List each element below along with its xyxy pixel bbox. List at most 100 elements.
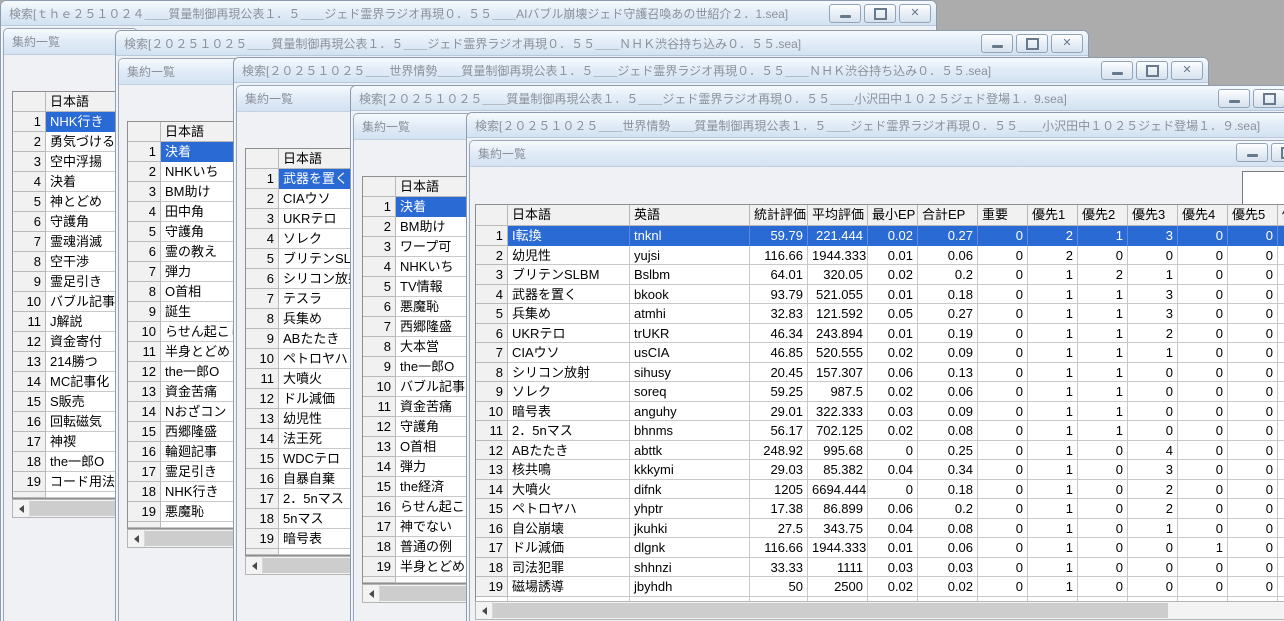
row-number[interactable]: 15 bbox=[363, 477, 396, 497]
table-cell[interactable]: 0 bbox=[1228, 265, 1278, 285]
row-number[interactable]: 1 bbox=[128, 142, 161, 162]
table-cell[interactable] bbox=[1278, 324, 1284, 344]
table-cell[interactable]: 0 bbox=[1078, 246, 1128, 266]
row-number[interactable]: 17 bbox=[363, 517, 396, 537]
row-number[interactable]: 1 bbox=[13, 112, 46, 132]
table-cell[interactable]: 0.02 bbox=[868, 265, 918, 285]
table-cell[interactable]: 0.27 bbox=[918, 304, 978, 324]
table-cell[interactable]: 0 bbox=[1178, 343, 1228, 363]
row-number[interactable]: 19 bbox=[476, 577, 508, 597]
side-textbox[interactable] bbox=[1242, 171, 1284, 205]
row-number[interactable]: 19 bbox=[246, 529, 279, 549]
row-number[interactable]: 6 bbox=[246, 269, 279, 289]
row-number[interactable]: 8 bbox=[246, 309, 279, 329]
table-cell[interactable]: 0 bbox=[1178, 480, 1228, 500]
table-cell[interactable]: 0 bbox=[978, 441, 1028, 461]
table-row[interactable]: 8シリコン放射sihusy20.45157.3070.060.13011000 bbox=[476, 363, 1284, 383]
table-cell[interactable]: 0 bbox=[1178, 441, 1228, 461]
table-cell[interactable]: ドル減価 bbox=[508, 538, 630, 558]
row-number[interactable]: 10 bbox=[128, 322, 161, 342]
table-cell[interactable]: 85.382 bbox=[808, 460, 868, 480]
table-cell[interactable]: 0.02 bbox=[868, 343, 918, 363]
table-cell[interactable]: 2 bbox=[1028, 226, 1078, 246]
table-cell[interactable]: 322.333 bbox=[808, 402, 868, 422]
table-cell[interactable]: 0 bbox=[1078, 538, 1128, 558]
table-cell[interactable]: 0 bbox=[868, 480, 918, 500]
row-number[interactable]: 15 bbox=[13, 392, 46, 412]
table-cell[interactable]: bhnms bbox=[630, 421, 750, 441]
table-cell[interactable]: 0 bbox=[1128, 402, 1178, 422]
table-cell[interactable]: 0 bbox=[978, 285, 1028, 305]
table-cell[interactable]: 0 bbox=[1178, 265, 1228, 285]
table-cell[interactable]: 0 bbox=[1228, 421, 1278, 441]
row-number[interactable]: 1 bbox=[363, 197, 396, 217]
row-number[interactable]: 13 bbox=[128, 382, 161, 402]
table-cell[interactable]: 0 bbox=[978, 324, 1028, 344]
table-cell[interactable]: 121.592 bbox=[808, 304, 868, 324]
table-row[interactable]: 16自公崩壊jkuhki27.5343.750.040.08010100 bbox=[476, 519, 1284, 539]
scroll-thumb[interactable] bbox=[263, 558, 359, 573]
table-cell[interactable]: 0.06 bbox=[918, 246, 978, 266]
table-cell[interactable]: 64.01 bbox=[750, 265, 808, 285]
table-cell[interactable]: 0 bbox=[1228, 324, 1278, 344]
table-row[interactable]: 7CIAウソusCIA46.85520.5550.020.09011100 bbox=[476, 343, 1284, 363]
table-cell[interactable]: 521.055 bbox=[808, 285, 868, 305]
row-number[interactable]: 9 bbox=[13, 272, 46, 292]
table-cell[interactable]: 0 bbox=[978, 304, 1028, 324]
table-cell[interactable]: 0 bbox=[978, 519, 1028, 539]
row-number[interactable]: 12 bbox=[13, 332, 46, 352]
row-number[interactable]: 3 bbox=[128, 182, 161, 202]
table-cell[interactable]: 0 bbox=[1178, 558, 1228, 578]
row-number[interactable]: 4 bbox=[476, 285, 508, 305]
table-cell[interactable]: 1 bbox=[1028, 304, 1078, 324]
table-cell[interactable]: 0.02 bbox=[868, 382, 918, 402]
table-cell[interactable]: 0 bbox=[868, 441, 918, 461]
row-number[interactable]: 12 bbox=[246, 389, 279, 409]
row-number[interactable]: 9 bbox=[128, 302, 161, 322]
table-row[interactable]: 13核共鳴kkkymi29.0385.3820.040.34010300 bbox=[476, 460, 1284, 480]
column-header[interactable]: 日本語 bbox=[508, 205, 630, 226]
table-row[interactable]: 4武器を置くbkook93.79521.0550.010.18011300 bbox=[476, 285, 1284, 305]
table-cell[interactable]: 0 bbox=[1128, 558, 1178, 578]
column-header[interactable]: 統計評価 bbox=[750, 205, 808, 226]
close-button[interactable]: ✕ bbox=[1051, 34, 1083, 53]
table-row[interactable]: 15ペトロヤハyhptr17.3886.8990.060.2010200 bbox=[476, 499, 1284, 519]
column-header[interactable]: 英語 bbox=[630, 205, 750, 226]
table-cell[interactable]: 1 bbox=[1028, 480, 1078, 500]
table-row[interactable]: 3ブリテンSLBMBslbm64.01320.050.020.2012100 bbox=[476, 265, 1284, 285]
table-cell[interactable] bbox=[1278, 343, 1284, 363]
table-cell[interactable]: 1 bbox=[1078, 421, 1128, 441]
table-cell[interactable]: 0 bbox=[1228, 441, 1278, 461]
table-cell[interactable]: 6694.444 bbox=[808, 480, 868, 500]
table-cell[interactable]: 1 bbox=[1028, 558, 1078, 578]
restore-button[interactable] bbox=[864, 4, 896, 23]
table-cell[interactable]: 0 bbox=[1228, 246, 1278, 266]
table-row[interactable]: 5兵集めatmhi32.83121.5920.050.27011300 bbox=[476, 304, 1284, 324]
window-titlebar[interactable]: 検索[２０２５１０２５＿＿質量制御再現公表１．５＿＿ジェド霊界ラジオ再現０．５５… bbox=[351, 86, 1284, 111]
row-number[interactable]: 19 bbox=[13, 472, 46, 492]
table-cell[interactable]: 29.01 bbox=[750, 402, 808, 422]
table-cell[interactable]: 0 bbox=[978, 363, 1028, 383]
table-cell[interactable]: 1 bbox=[1028, 577, 1078, 597]
row-number[interactable]: 6 bbox=[363, 297, 396, 317]
table-cell[interactable]: 0 bbox=[1228, 538, 1278, 558]
row-number[interactable]: 5 bbox=[128, 222, 161, 242]
child-titlebar[interactable]: 集約一覧 ✕ bbox=[470, 141, 1284, 167]
table-cell[interactable]: 520.555 bbox=[808, 343, 868, 363]
table-cell[interactable]: 343.75 bbox=[808, 519, 868, 539]
row-number[interactable]: 18 bbox=[363, 537, 396, 557]
table-cell[interactable]: 1 bbox=[1028, 421, 1078, 441]
table-cell[interactable]: 0.2 bbox=[918, 499, 978, 519]
table-cell[interactable]: シリコン放射 bbox=[508, 363, 630, 383]
row-number[interactable]: 5 bbox=[363, 277, 396, 297]
table-cell[interactable]: 1 bbox=[1078, 324, 1128, 344]
table-row[interactable]: 18司法犯罪shhnzi33.3311110.030.03010000 bbox=[476, 558, 1284, 578]
row-number[interactable]: 12 bbox=[363, 417, 396, 437]
row-number[interactable]: 17 bbox=[128, 462, 161, 482]
row-number[interactable]: 11 bbox=[476, 421, 508, 441]
row-number[interactable]: 2 bbox=[363, 217, 396, 237]
row-number[interactable]: 16 bbox=[128, 442, 161, 462]
table-cell[interactable]: 0 bbox=[1078, 519, 1128, 539]
table-cell[interactable]: 0 bbox=[1178, 499, 1228, 519]
row-number[interactable]: 14 bbox=[476, 480, 508, 500]
